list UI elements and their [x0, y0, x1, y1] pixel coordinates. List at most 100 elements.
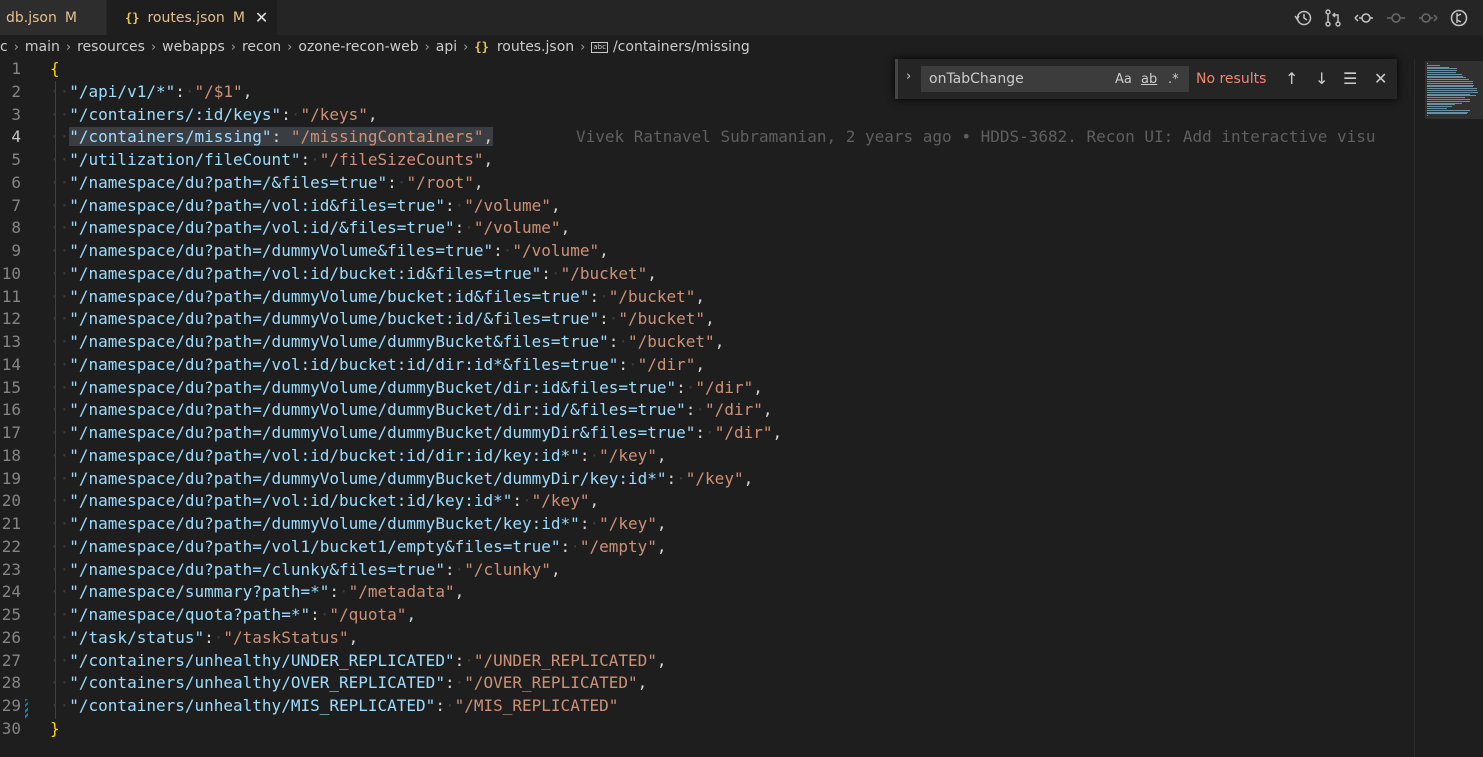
close-icon[interactable]: ✕ [1374, 69, 1387, 88]
json-brace: } [50, 718, 60, 738]
code-line: 15 ··"/namespace/du?path=/dummyVolume/dum… [0, 377, 1413, 399]
json-key: "/containers/unhealthy/OVER_REPLICATED" [69, 673, 445, 693]
json-key: "/namespace/du?path=/dummyVolume/dummyBu… [69, 423, 696, 442]
comma: , [473, 172, 484, 192]
json-key: "/namespace/du?path=/dummyVolume/dummyBu… [69, 377, 677, 397]
whitespace-marker: · [184, 81, 195, 101]
code-line: 23 ··"/namespace/du?path=/clunky&files=tr… [0, 559, 1413, 581]
code-content: ··"/containers/unhealthy/UNDER_REPLICATE… [50, 650, 667, 672]
breadcrumb-item[interactable]: main [25, 39, 60, 55]
find-result-status: No results [1196, 71, 1267, 87]
whitespace-marker: · [608, 309, 619, 329]
json-key: "/utilization/fileCount" [69, 150, 301, 169]
json-value: "/dir" [695, 377, 754, 397]
git-blame-annotation: Vivek Ratnavel Subramanian, 2 years ago … [576, 127, 1376, 147]
whitespace-marker: · [676, 468, 686, 488]
json-key: "/containers/unhealthy/UNDER_REPLICATED" [69, 650, 455, 670]
code-line: 16 ··"/namespace/du?path=/dummyVolume/dum… [0, 399, 1413, 421]
json-entry: "/namespace/du?path=/vol:id/bucket:id/di… [69, 446, 666, 465]
line-number: 15 [1, 377, 21, 397]
line-number: 9 [11, 241, 21, 260]
json-entry: "/namespace/du?path=/dummyVolume/bucket:… [69, 287, 705, 306]
whitespace-marker: ·· [50, 536, 70, 556]
match-case-toggle[interactable]: Aa [1115, 72, 1132, 87]
whitespace-marker: ·· [50, 400, 70, 420]
previous-match-icon[interactable]: ↑ [1285, 69, 1298, 88]
json-entry: "/namespace/du?path=/dummyVolume/dummyBu… [69, 469, 753, 488]
toggle-replace-icon[interactable]: › [906, 69, 911, 84]
whitespace-marker: ·· [50, 241, 70, 260]
breadcrumb-item[interactable]: resources [77, 39, 145, 55]
colon: : [685, 400, 696, 420]
code-line: 5 ··"/utilization/fileCount":·"/fileSizeC… [0, 149, 1413, 171]
code-content: ··"/namespace/du?path=/dummyVolume/dummy… [50, 513, 667, 535]
next-match-icon[interactable]: ↓ [1315, 69, 1328, 88]
tab-routes-json[interactable]: {} routes.json M ✕ [107, 0, 277, 35]
close-icon[interactable]: ✕ [255, 8, 268, 27]
colon: : [560, 536, 571, 556]
tab-db-json[interactable]: db.json M [0, 0, 106, 35]
next-revision-icon[interactable] [1417, 8, 1439, 28]
code-line: 9 ··"/namespace/du?path=/dummyVolume&file… [0, 240, 1413, 262]
minimap-line [1427, 115, 1428, 117]
find-in-selection-icon[interactable]: ☰ [1343, 69, 1357, 88]
chevron-right-icon: › [463, 39, 469, 55]
modified-indicator: M [64, 9, 77, 26]
gitlens-icon[interactable] [1449, 8, 1469, 28]
comma: , [483, 127, 494, 147]
code-line: 3 ··"/containers/:id/keys":·"/keys", [0, 104, 1413, 126]
code-content: ··"/namespace/du?path=/vol:id/bucket:id/… [50, 490, 599, 512]
line-number: 16 [1, 400, 21, 420]
code-content: ··"/namespace/du?path=/dummyVolume/bucke… [50, 308, 715, 330]
json-entry: "/namespace/quota?path=*":·"/quota", [69, 605, 416, 624]
comma: , [406, 605, 417, 624]
whitespace-marker: ·· [50, 81, 70, 101]
minimap[interactable] [1414, 59, 1483, 757]
comma: , [589, 491, 600, 511]
json-entry: "/namespace/du?path=/vol:id&files=true":… [69, 196, 560, 215]
chevron-right-icon: › [150, 39, 157, 55]
chevron-right-icon: › [287, 39, 293, 55]
breadcrumb-item[interactable]: routes.json [497, 39, 574, 55]
line-number: 23 [1, 559, 21, 579]
previous-revision-icon[interactable] [1353, 8, 1375, 28]
colon: : [271, 127, 282, 147]
code-content: ··"/namespace/du?path=/vol:id/bucket:id&… [50, 263, 657, 285]
code-editor[interactable]: 1{2 ··"/api/v1/*":·"/$1", 3 ··"/containers/… [0, 59, 1413, 757]
code-line: 26 ··"/task/status":·"/taskStatus", [0, 627, 1413, 649]
whitespace-marker: ·· [50, 582, 70, 602]
breadcrumb-item[interactable]: c [0, 39, 8, 55]
breadcrumb-item[interactable]: ozone-recon-web [298, 39, 418, 55]
code-line: 17 ··"/namespace/du?path=/dummyVolume/dum… [0, 422, 1413, 444]
line-number: 20 [1, 491, 21, 511]
line-number: 21 [1, 514, 21, 533]
breadcrumb-item[interactable]: webapps [162, 39, 225, 55]
json-value: "/quota" [329, 605, 407, 624]
json-entry: "/namespace/du?path=/dummyVolume/bucket:… [69, 309, 714, 328]
commit-icon[interactable] [1385, 8, 1407, 28]
json-value: "/bucket" [618, 309, 706, 329]
line-number: 11 [1, 286, 21, 306]
breadcrumb-item[interactable]: /containers/missing [613, 39, 750, 55]
colon: : [541, 263, 551, 283]
code-line: 12 ··"/namespace/du?path=/dummyVolume/buc… [0, 308, 1413, 330]
open-changes-icon[interactable] [1323, 8, 1343, 28]
whole-word-toggle[interactable]: ab [1141, 72, 1157, 87]
breadcrumb-item[interactable]: api [436, 39, 457, 55]
breadcrumb-item[interactable]: recon [242, 39, 281, 55]
comma: , [242, 81, 253, 101]
json-entry: "/namespace/du?path=/clunky&files=true":… [69, 560, 560, 579]
code-line: 7 ··"/namespace/du?path=/vol:id&files=tru… [0, 195, 1413, 217]
tab-label: db.json [6, 9, 57, 26]
line-number: 24 [1, 582, 21, 602]
json-key: "/namespace/du?path=/vol:id/bucket:id/ke… [69, 491, 513, 511]
code-content: ··"/utilization/fileCount":·"/fileSizeCo… [50, 149, 493, 171]
timeline-icon[interactable] [1293, 8, 1313, 28]
comma: , [647, 263, 657, 283]
whitespace-marker: · [454, 559, 465, 579]
regex-toggle[interactable]: .* [1168, 72, 1179, 87]
json-value: "/key" [599, 445, 657, 465]
tab-label: routes.json [147, 9, 225, 26]
json-key: "/namespace/du?path=/vol:id/bucket:id/di… [69, 445, 580, 465]
json-value: "/empty" [579, 536, 657, 556]
